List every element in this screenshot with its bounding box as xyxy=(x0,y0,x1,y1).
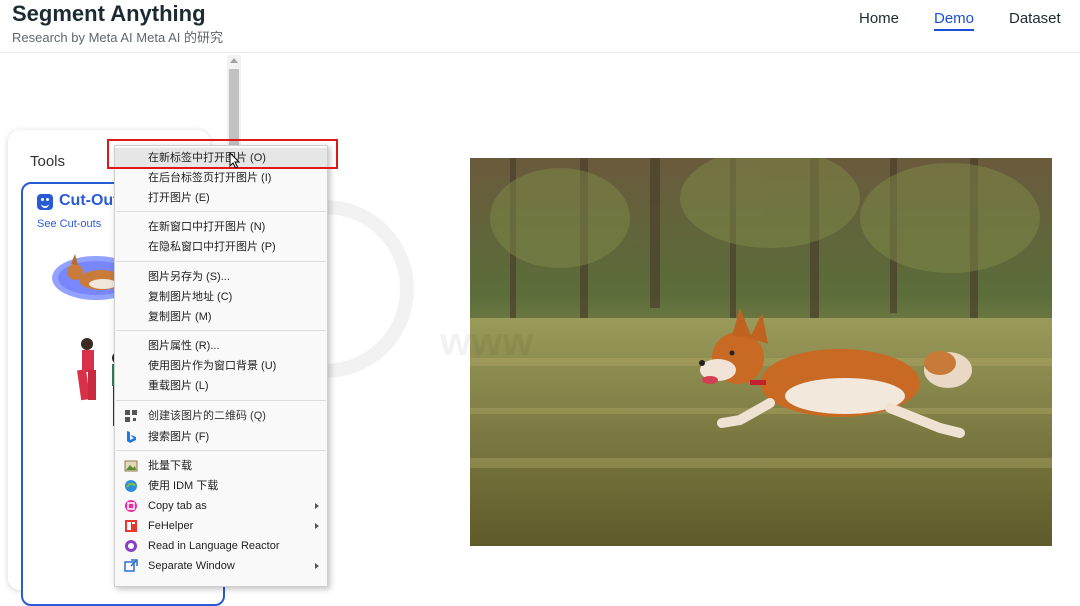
site-subtitle: Research by Meta AI Meta AI 的研究 xyxy=(12,30,223,45)
menu-set-as-background[interactable]: 使用图片作为窗口背景 (U) xyxy=(115,356,327,376)
menu-label: 图片属性 (R)... xyxy=(148,340,220,352)
idm-icon xyxy=(125,480,137,492)
menu-label: 复制图片地址 (C) xyxy=(148,291,233,303)
menu-label: Read in Language Reactor xyxy=(148,540,280,552)
scroll-up-arrow-icon[interactable] xyxy=(230,58,238,63)
menu-label: 在后台标签页打开图片 (I) xyxy=(148,172,272,184)
menu-separate-window[interactable]: Separate Window xyxy=(115,556,327,576)
menu-label: 图片另存为 (S)... xyxy=(148,271,230,283)
menu-label: 打开图片 (E) xyxy=(148,192,210,204)
nav-demo-link[interactable]: Demo xyxy=(934,10,975,31)
copy-tab-icon xyxy=(125,500,137,512)
menu-save-image-as[interactable]: 图片另存为 (S)... xyxy=(115,267,327,287)
separate-window-icon xyxy=(124,559,138,572)
menu-divider xyxy=(116,450,326,451)
menu-open-background-tab[interactable]: 在后台标签页打开图片 (I) xyxy=(115,168,327,188)
menu-copy-image-address[interactable]: 复制图片地址 (C) xyxy=(115,287,327,307)
image-download-icon xyxy=(124,460,138,472)
nav-home-link[interactable]: Home xyxy=(859,10,899,27)
menu-label: 批量下载 xyxy=(148,460,192,472)
menu-label: 在新窗口中打开图片 (N) xyxy=(148,221,266,233)
menu-divider xyxy=(116,330,326,331)
menu-copy-tab-as[interactable]: Copy tab as xyxy=(115,496,327,516)
menu-divider xyxy=(116,400,326,401)
corgi-photo[interactable] xyxy=(470,158,1052,546)
menu-label: FeHelper xyxy=(148,520,194,532)
top-header: Segment Anything Research by Meta AI Met… xyxy=(0,0,1080,53)
menu-label: Separate Window xyxy=(148,560,235,572)
menu-image-properties[interactable]: 图片属性 (R)... xyxy=(115,336,327,356)
submenu-arrow-icon xyxy=(315,563,319,569)
menu-label: 搜索图片 (F) xyxy=(148,431,210,443)
red-highlight-box xyxy=(107,139,338,169)
menu-open-private-window[interactable]: 在隐私窗口中打开图片 (P) xyxy=(115,237,327,257)
menu-label: 使用图片作为窗口背景 (U) xyxy=(148,360,277,372)
menu-label: 创建该图片的二维码 (Q) xyxy=(148,410,266,422)
menu-batch-download[interactable]: 批量下载 xyxy=(115,456,327,476)
menu-reload-image[interactable]: 重载图片 (L) xyxy=(115,376,327,396)
mouse-cursor-icon xyxy=(229,152,241,169)
watermark-text: www xyxy=(440,320,534,364)
language-reactor-icon xyxy=(125,540,137,552)
menu-idm-download[interactable]: 使用 IDM 下载 xyxy=(115,476,327,496)
menu-label: Copy tab as xyxy=(148,500,207,512)
fehelper-icon xyxy=(125,520,137,532)
menu-copy-image[interactable]: 复制图片 (M) xyxy=(115,307,327,327)
submenu-arrow-icon xyxy=(315,503,319,509)
menu-divider xyxy=(116,261,326,262)
nav-dataset-link[interactable]: Dataset xyxy=(1009,10,1061,27)
menu-label: 在隐私窗口中打开图片 (P) xyxy=(148,241,276,253)
menu-open-image[interactable]: 打开图片 (E) xyxy=(115,188,327,208)
menu-label: 重载图片 (L) xyxy=(148,380,209,392)
context-menu: 在新标签中打开图片 (O) 在后台标签页打开图片 (I) 打开图片 (E) 在新… xyxy=(114,145,328,587)
cutout-icon xyxy=(37,194,53,210)
menu-language-reactor[interactable]: Read in Language Reactor xyxy=(115,536,327,556)
site-title[interactable]: Segment Anything xyxy=(12,1,206,27)
menu-divider xyxy=(116,211,326,212)
tools-heading: Tools xyxy=(30,153,66,170)
submenu-arrow-icon xyxy=(315,523,319,529)
menu-open-new-window[interactable]: 在新窗口中打开图片 (N) xyxy=(115,217,327,237)
menu-label: 使用 IDM 下载 xyxy=(148,480,219,492)
bing-icon xyxy=(127,431,136,443)
qr-code-icon xyxy=(125,410,137,422)
menu-fehelper[interactable]: FeHelper xyxy=(115,516,327,536)
see-cutouts-link[interactable]: See Cut-outs xyxy=(37,218,101,230)
cutout-title: Cut-Out xyxy=(59,192,119,209)
menu-search-image[interactable]: 搜索图片 (F) xyxy=(115,427,327,447)
menu-label: 复制图片 (M) xyxy=(148,311,212,323)
menu-create-qr-code[interactable]: 创建该图片的二维码 (Q) xyxy=(115,406,327,426)
